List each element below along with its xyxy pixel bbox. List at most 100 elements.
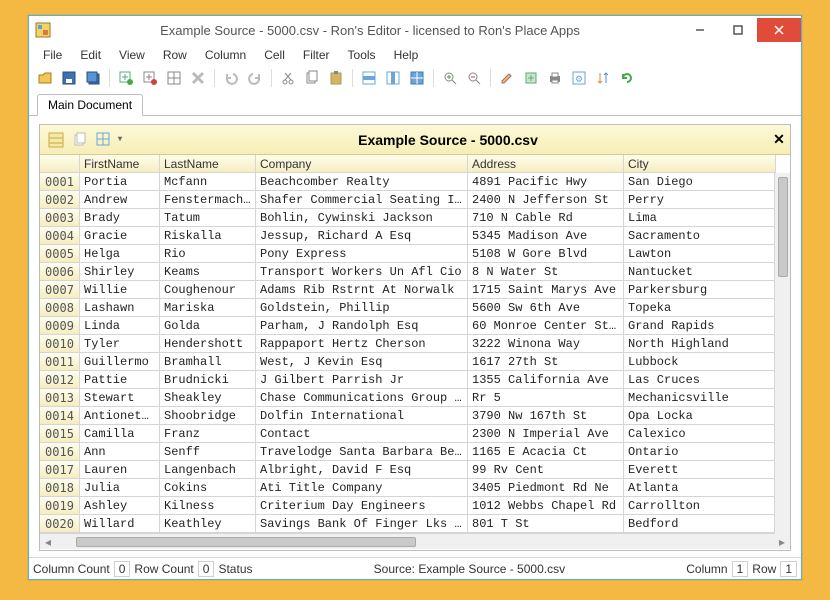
grid-cell[interactable]: Julia — [80, 479, 160, 497]
grid-cell[interactable]: Keathley — [160, 515, 256, 533]
grid-cell[interactable]: Brudnicki — [160, 371, 256, 389]
grid-cell[interactable]: North Highland — [624, 335, 776, 353]
sort-icon[interactable] — [593, 68, 613, 88]
grid-cell[interactable]: Guillermo — [80, 353, 160, 371]
grid-cell[interactable]: Pattie — [80, 371, 160, 389]
grid-cell[interactable]: Dolfin International — [256, 407, 468, 425]
row-number[interactable]: 0010 — [40, 335, 80, 353]
grid-cell[interactable]: Golda — [160, 317, 256, 335]
minimize-button[interactable] — [681, 18, 719, 42]
doc-grid-icon[interactable] — [46, 130, 66, 150]
grid-cell[interactable]: Shafer Commercial Seating Inc — [256, 191, 468, 209]
grid-cell[interactable]: Andrew — [80, 191, 160, 209]
zoom-in-icon[interactable] — [440, 68, 460, 88]
grid-cell[interactable]: Mechanicsville — [624, 389, 776, 407]
zoom-out-icon[interactable] — [464, 68, 484, 88]
refresh-icon[interactable] — [617, 68, 637, 88]
grid-cell[interactable]: Fenstermacher — [160, 191, 256, 209]
menu-help[interactable]: Help — [386, 46, 427, 64]
grid-cell[interactable]: Bramhall — [160, 353, 256, 371]
grid-cell[interactable]: 1165 E Acacia Ct — [468, 443, 624, 461]
grid-cell[interactable]: Adams Rib Rstrnt At Norwalk — [256, 281, 468, 299]
vertical-scrollbar[interactable] — [774, 173, 790, 534]
menu-filter[interactable]: Filter — [295, 46, 338, 64]
grid-cell[interactable]: Franz — [160, 425, 256, 443]
grid-cell[interactable]: Bedford — [624, 515, 776, 533]
grid-cell[interactable]: 2300 N Imperial Ave — [468, 425, 624, 443]
grid-cell[interactable]: Tyler — [80, 335, 160, 353]
grid-cell[interactable]: Transport Workers Un Afl Cio — [256, 263, 468, 281]
grid-cell[interactable]: Criterium Day Engineers — [256, 497, 468, 515]
row-number[interactable]: 0004 — [40, 227, 80, 245]
redo-icon[interactable] — [245, 68, 265, 88]
grid-cell[interactable]: Perry — [624, 191, 776, 209]
document-close-button[interactable]: ✕ — [768, 131, 790, 148]
grid-cell[interactable]: 710 N Cable Rd — [468, 209, 624, 227]
grid-cell[interactable]: Brady — [80, 209, 160, 227]
grid-cell[interactable]: Lima — [624, 209, 776, 227]
cut-icon[interactable] — [278, 68, 298, 88]
grid-cell[interactable]: Willard — [80, 515, 160, 533]
grid-cell[interactable]: 3405 Piedmont Rd Ne — [468, 479, 624, 497]
save-icon[interactable] — [59, 68, 79, 88]
menu-column[interactable]: Column — [197, 46, 254, 64]
menu-row[interactable]: Row — [155, 46, 195, 64]
grid-cell[interactable]: Willie — [80, 281, 160, 299]
grid-cell[interactable]: 801 T St — [468, 515, 624, 533]
grid-cell[interactable]: Chase Communications Group Ltd — [256, 389, 468, 407]
grid-cell[interactable]: Atlanta — [624, 479, 776, 497]
column-header[interactable]: City — [624, 155, 776, 173]
grid-cell[interactable]: Travelodge Santa Barbara Beach — [256, 443, 468, 461]
grid-cell[interactable]: Antionette — [80, 407, 160, 425]
grid-cell[interactable]: San Diego — [624, 173, 776, 191]
grid-cell[interactable]: Helga — [80, 245, 160, 263]
copy-icon[interactable] — [302, 68, 322, 88]
grid-cell[interactable]: Bohlin, Cywinski Jackson — [256, 209, 468, 227]
grid-cell[interactable]: Parkersburg — [624, 281, 776, 299]
grid-cell[interactable]: Shoobridge — [160, 407, 256, 425]
row-number[interactable]: 0009 — [40, 317, 80, 335]
row-number[interactable]: 0020 — [40, 515, 80, 533]
grid-cell[interactable]: Jessup, Richard A Esq — [256, 227, 468, 245]
grid-cell[interactable]: Contact — [256, 425, 468, 443]
grid-cell[interactable]: Stewart — [80, 389, 160, 407]
menu-tools[interactable]: Tools — [340, 46, 384, 64]
grid-cell[interactable]: Ashley — [80, 497, 160, 515]
grid-cell[interactable]: 4891 Pacific Hwy — [468, 173, 624, 191]
grid-cell[interactable]: Keams — [160, 263, 256, 281]
data-grid[interactable]: FirstNameLastNameCompanyAddressCity0001P… — [40, 155, 790, 533]
grid-cell[interactable]: Mariska — [160, 299, 256, 317]
row-number[interactable]: 0005 — [40, 245, 80, 263]
grid-cell[interactable]: 5108 W Gore Blvd — [468, 245, 624, 263]
grid-cell[interactable]: Albright, David F Esq — [256, 461, 468, 479]
select-col-icon[interactable] — [383, 68, 403, 88]
grid-cell[interactable]: Ontario — [624, 443, 776, 461]
grid-add-icon[interactable] — [116, 68, 136, 88]
grid-cell[interactable]: Coughenour — [160, 281, 256, 299]
grid-cell[interactable]: Sheakley — [160, 389, 256, 407]
grid-cell[interactable]: 1715 Saint Marys Ave — [468, 281, 624, 299]
grid-cell[interactable]: 99 Rv Cent — [468, 461, 624, 479]
row-number[interactable]: 0011 — [40, 353, 80, 371]
grid-cell[interactable]: 5600 Sw 6th Ave — [468, 299, 624, 317]
grid-cell[interactable]: Mcfann — [160, 173, 256, 191]
grid-cell[interactable]: Sacramento — [624, 227, 776, 245]
row-number[interactable]: 0015 — [40, 425, 80, 443]
grid-cell[interactable]: Senff — [160, 443, 256, 461]
undo-icon[interactable] — [221, 68, 241, 88]
row-number[interactable]: 0006 — [40, 263, 80, 281]
row-number[interactable]: 0001 — [40, 173, 80, 191]
row-number[interactable]: 0014 — [40, 407, 80, 425]
row-number[interactable]: 0012 — [40, 371, 80, 389]
row-number[interactable]: 0018 — [40, 479, 80, 497]
menu-view[interactable]: View — [111, 46, 153, 64]
settings-icon[interactable]: ⚙ — [569, 68, 589, 88]
grid-cell[interactable]: Topeka — [624, 299, 776, 317]
horizontal-scrollbar[interactable]: ◂ ▸ — [40, 533, 790, 549]
doc-dropdown-icon[interactable]: ▾ — [118, 130, 122, 150]
grid-cell[interactable]: 60 Monroe Center St Nw — [468, 317, 624, 335]
grid-cell[interactable]: Lubbock — [624, 353, 776, 371]
grid-cell[interactable]: West, J Kevin Esq — [256, 353, 468, 371]
grid-cell[interactable]: Pony Express — [256, 245, 468, 263]
tab-main-document[interactable]: Main Document — [37, 94, 143, 116]
